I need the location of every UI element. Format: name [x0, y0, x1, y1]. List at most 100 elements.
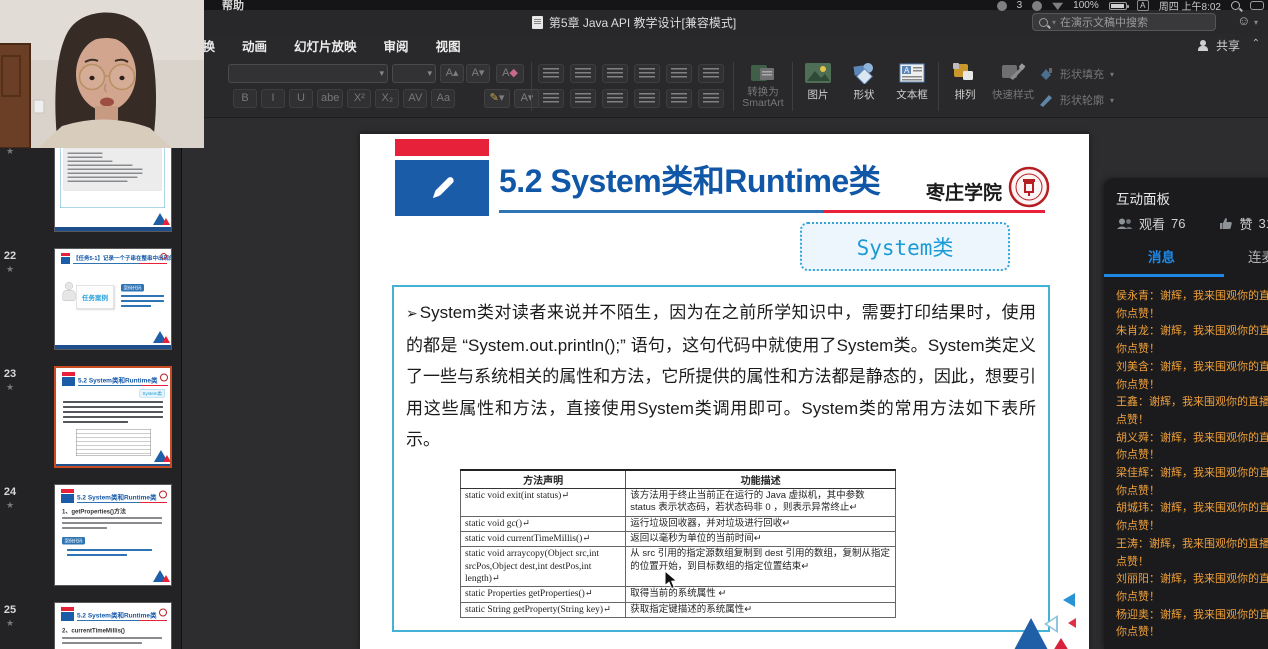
clear-formatting-button[interactable]: A◆: [496, 64, 524, 83]
table-row: static void currentTimeMillis()↵ 返回以毫秒为单…: [461, 532, 896, 547]
menubar-item[interactable]: 帮助: [222, 0, 244, 13]
presenter-video: [0, 0, 204, 148]
numbering-button[interactable]: [570, 64, 596, 83]
share-button[interactable]: 共享: [1198, 37, 1240, 54]
ribbon-tab[interactable]: 动画: [242, 36, 267, 55]
slide-thumbnail-24[interactable]: 5.2 System类和Runtime类 1、getProperties()方法…: [54, 484, 172, 586]
font-name-select[interactable]: ▾: [228, 64, 388, 83]
ribbon-divider: [792, 62, 793, 111]
search-placeholder: 在演示文稿中搜索: [1060, 14, 1148, 30]
text-direction-button[interactable]: [698, 89, 724, 108]
table-row: static void exit(int status)↵ 该方法用于终止当前正…: [461, 489, 896, 517]
insert-picture-button[interactable]: 图片: [798, 62, 838, 102]
pencil-icon: [425, 171, 459, 205]
text-format-button[interactable]: AV: [403, 89, 427, 108]
search-scope-caret[interactable]: ▾: [1052, 18, 1056, 27]
insert-textbox-button[interactable]: A 文本框: [890, 62, 934, 102]
chat-message: 朱肖龙：谢辉，我来围观你的直播啦，给你点赞！: [1116, 323, 1268, 358]
wifi-icon[interactable]: [1052, 1, 1063, 10]
method-declaration-cell: static void gc()↵: [461, 516, 626, 531]
align-right-button[interactable]: [602, 89, 628, 108]
font-size-select[interactable]: ▾: [392, 64, 436, 83]
table-header-method: 方法声明: [461, 470, 626, 489]
align-center-button[interactable]: [570, 89, 596, 108]
system-class-badge[interactable]: System类: [800, 222, 1010, 271]
active-tab-underline: [1104, 274, 1224, 277]
chat-message-list[interactable]: 侯永青：谢辉，我来围观你的直播啦，给你点赞！朱肖龙：谢辉，我来围观你的直播啦，给…: [1116, 288, 1268, 642]
slide-canvas[interactable]: 5.2 System类和Runtime类 枣庄学院 System类 ➢Syste…: [360, 134, 1089, 649]
justify-button[interactable]: [634, 89, 660, 108]
nav-previous-arrow-icon[interactable]: [1063, 593, 1075, 607]
svg-text:A: A: [904, 66, 910, 75]
line-spacing-button[interactable]: [666, 64, 692, 83]
tab-mic-connect[interactable]: 连麦: [1248, 246, 1268, 266]
feedback-smiley-button[interactable]: ☺ ▾: [1237, 13, 1258, 28]
panel-tabs: 消息 连麦: [1104, 244, 1268, 270]
university-seal-logo: [1008, 166, 1050, 208]
slide-thumbnail-25[interactable]: 5.2 System类和Runtime类 2、currentTimeMillis…: [54, 602, 172, 649]
collapse-ribbon-chevron[interactable]: ⌃: [1252, 38, 1260, 49]
nav-previous-outline-arrow-icon[interactable]: [1044, 615, 1058, 633]
chat-message: 刘丽阳：谢辉，我来围观你的直播啦，给你点赞！: [1116, 571, 1268, 606]
text-format-button[interactable]: X²: [347, 89, 371, 108]
thumbnail-number: 24: [2, 486, 18, 498]
align-left-button[interactable]: [538, 89, 564, 108]
shape-fill-button[interactable]: 形状填充▾: [1038, 66, 1114, 82]
columns-button[interactable]: [698, 64, 724, 83]
chat-message: 侯永青：谢辉，我来围观你的直播啦，给你点赞！: [1116, 288, 1268, 323]
menubar-clock[interactable]: 周四 上午8:02: [1159, 0, 1221, 13]
table-row: static void gc()↵ 运行垃圾回收器，并对垃圾进行回收↵: [461, 516, 896, 531]
shape-outline-button[interactable]: 形状轮廓▾: [1038, 92, 1114, 108]
insert-shapes-button[interactable]: 形状: [844, 62, 884, 102]
method-declaration-cell: static void arraycopy(Object src,int src…: [461, 547, 626, 587]
decrease-indent-button[interactable]: [602, 64, 628, 83]
interaction-panel: 互动面板 观看76 赞 31 消息 连麦 侯永青：谢辉，我来围观你的直播啦，给你…: [1104, 178, 1268, 649]
slide-decor-red-triangle: [1053, 638, 1069, 649]
increase-indent-button[interactable]: [634, 64, 660, 83]
spotlight-search-icon[interactable]: [1231, 1, 1240, 10]
slide-thumbnail-23-current[interactable]: 5.2 System类和Runtime类 System类: [54, 366, 172, 468]
slide-title[interactable]: 5.2 System类和Runtime类: [499, 156, 880, 202]
chat-message: 杨迎奥：谢辉，我来围观你的直播啦，给你点赞！: [1116, 607, 1268, 642]
task-board: 任务案例: [76, 285, 114, 309]
quick-styles-button[interactable]: 快速样式: [990, 62, 1036, 102]
slide-decor-blue-triangle: [1014, 618, 1048, 649]
mic-status-icon[interactable]: [997, 1, 1007, 11]
bullets-button[interactable]: [538, 64, 564, 83]
smartart-group[interactable]: 转换为 SmartArt: [736, 62, 790, 109]
system-methods-table[interactable]: 方法声明 功能描述 static void exit(int status)↵ …: [460, 469, 896, 618]
chat-message: 王鑫：谢辉，我来围观你的直播啦，给你点赞！: [1116, 394, 1268, 429]
screen-count: 3: [1017, 0, 1023, 11]
grow-font-button[interactable]: A▴: [440, 64, 464, 83]
ribbon-tab[interactable]: 视图: [436, 36, 461, 55]
text-format-button[interactable]: abe: [317, 89, 343, 108]
like-count[interactable]: 赞 31: [1219, 214, 1268, 233]
thumbs-up-icon: [1219, 217, 1233, 230]
tab-messages[interactable]: 消息: [1148, 246, 1175, 266]
arrange-button[interactable]: 排列: [944, 62, 986, 102]
presentation-search-input[interactable]: ▾ 在演示文稿中搜索: [1032, 13, 1216, 31]
text-format-button[interactable]: X₂: [375, 89, 399, 108]
font-color-button[interactable]: A▾: [514, 89, 540, 108]
text-format-button[interactable]: B: [233, 89, 257, 108]
text-format-button[interactable]: U: [289, 89, 313, 108]
globe-icon[interactable]: [1032, 1, 1042, 11]
slide-thumbnail-22[interactable]: 【任务5-1】记录一个子串在整串中出现的次数 任务案例 案例代码: [54, 248, 172, 350]
highlight-pen-button[interactable]: ✎▾: [484, 89, 510, 108]
distribute-button[interactable]: [666, 89, 692, 108]
control-center-icon[interactable]: [1250, 1, 1264, 10]
shrink-font-button[interactable]: A▾: [466, 64, 490, 83]
screen: 窗口帮助 3 100% A 周四 上午8:02 第5章 Java API 教学设…: [0, 0, 1268, 649]
text-format-button[interactable]: Aa: [431, 89, 455, 108]
chat-message: 梁佳辉：谢辉，我来围观你的直播啦，给你点赞！: [1116, 465, 1268, 500]
viewer-count: 观看76: [1116, 214, 1185, 233]
ribbon-tab[interactable]: 审阅: [384, 36, 409, 55]
ribbon-tab[interactable]: 幻灯片放映: [294, 36, 357, 55]
text-format-button[interactable]: I: [261, 89, 285, 108]
method-description-cell: 获取指定键描述的系统属性↵: [626, 602, 896, 617]
slide-thumbnail-panel: 21 ★ 22 ★: [0, 118, 182, 649]
slide-content-box[interactable]: ➢System类对读者来说并不陌生，因为在之前所学知识中，需要打印结果时，使用的…: [392, 285, 1050, 632]
input-method-icon[interactable]: A: [1137, 0, 1149, 11]
thumbnail-number: 22: [2, 250, 18, 262]
table-header-description: 功能描述: [626, 470, 896, 489]
